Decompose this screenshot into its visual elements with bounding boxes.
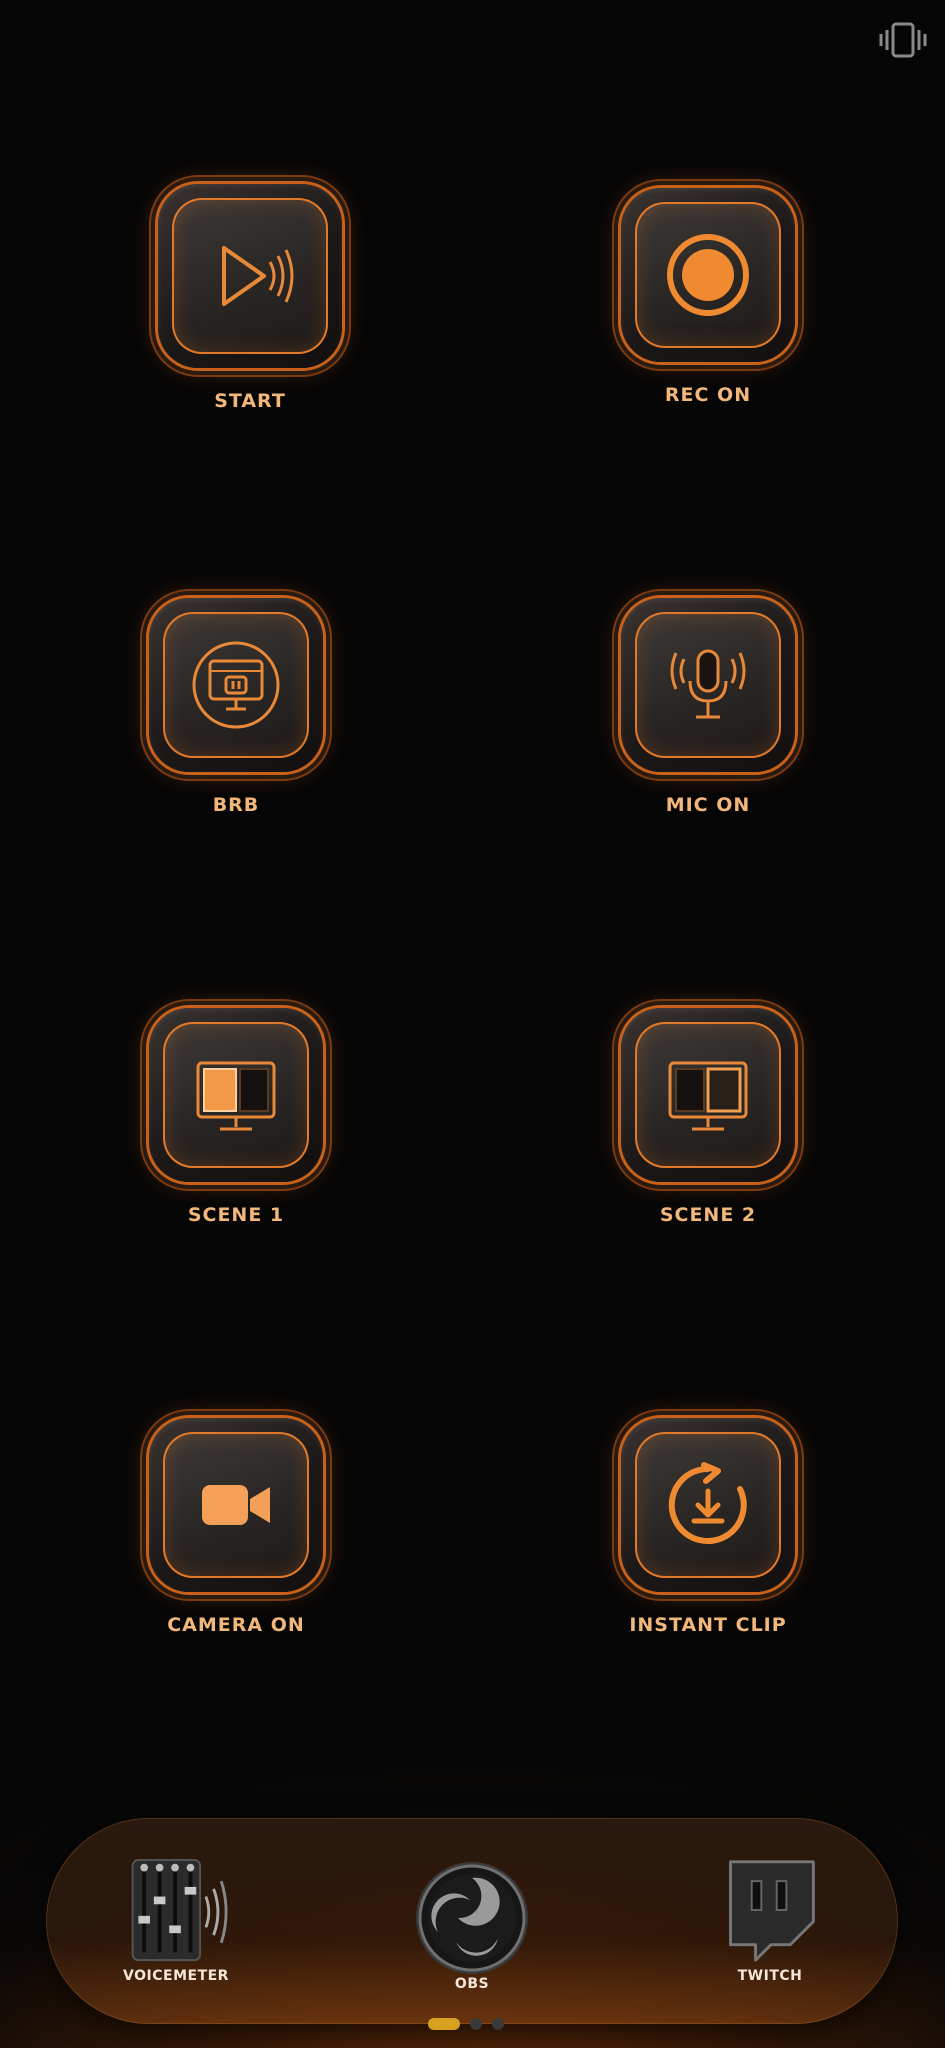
clip-download-icon <box>668 1462 747 1544</box>
scene-monitor-icon <box>196 1061 276 1131</box>
dock-label-twitch: TWITCH <box>737 1968 803 1984</box>
camera-on-label: CAMERA ON <box>167 1614 305 1636</box>
play-broadcast-icon <box>222 246 294 306</box>
microphone-icon <box>670 649 746 719</box>
brb-label: BRB <box>212 794 260 816</box>
dock-label-voicemeter: VOICEMETER <box>123 1968 229 1984</box>
camera-on-button[interactable]: CAMERA ON <box>126 1418 346 1636</box>
dock-item-obs[interactable]: OBS <box>412 1858 532 1992</box>
obs-icon <box>416 1862 528 1974</box>
scene-monitor-icon <box>668 1061 748 1131</box>
page-dot-3[interactable] <box>492 2018 504 2030</box>
start-label: START <box>214 390 286 412</box>
rec-on-button[interactable]: REC ON <box>598 188 818 406</box>
page-dot-2[interactable] <box>470 2018 482 2030</box>
page-indicator <box>428 2018 504 2030</box>
dock-label-obs: OBS <box>454 1976 490 1992</box>
record-icon <box>667 234 749 316</box>
app-dock: VOICEMETER OBS TWITCH <box>46 1818 898 2024</box>
start-button[interactable]: START <box>140 184 360 412</box>
scene-1-button[interactable]: SCENE 1 <box>126 1008 346 1226</box>
scene-2-button[interactable]: SCENE 2 <box>598 1008 818 1226</box>
rec-on-label: REC ON <box>664 384 752 406</box>
vibrate-icon[interactable] <box>879 20 927 60</box>
mic-on-label: MIC ON <box>665 794 751 816</box>
brb-button[interactable]: BRB <box>126 598 346 816</box>
mic-on-button[interactable]: MIC ON <box>598 598 818 816</box>
dock-item-twitch[interactable]: TWITCH <box>710 1858 830 1984</box>
twitch-icon <box>729 1860 815 1962</box>
instant-clip-button[interactable]: INSTANT CLIP <box>598 1418 818 1636</box>
dock-item-voicemeter[interactable]: VOICEMETER <box>116 1858 236 1984</box>
page-dot-1[interactable] <box>428 2018 460 2030</box>
camera-icon <box>202 1485 270 1525</box>
scene-1-label: SCENE 1 <box>187 1204 285 1226</box>
pause-monitor-icon <box>192 641 280 729</box>
instant-clip-label: INSTANT CLIP <box>629 1614 787 1636</box>
scene-2-label: SCENE 2 <box>659 1204 757 1226</box>
mixer-icon <box>131 1858 228 1962</box>
